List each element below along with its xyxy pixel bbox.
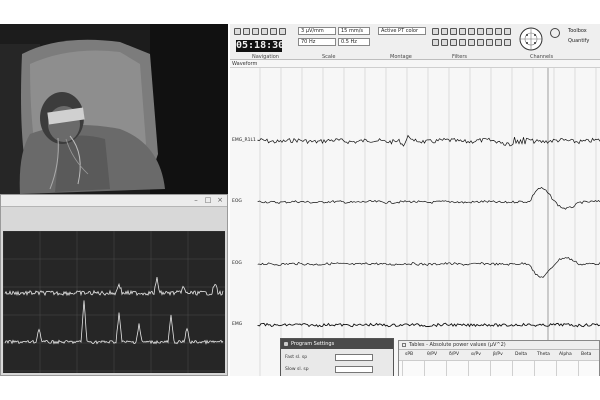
program-settings-titlebar: Program Settings <box>281 339 393 349</box>
toolbar-icon[interactable] <box>441 39 448 46</box>
channel-label-eog-1: EOG <box>232 199 242 204</box>
video-feed <box>0 24 228 194</box>
screen: – □ × 05:18:30 3 µV/mm 15 mm/s 70 Hz 0.5… <box>0 0 600 400</box>
spectrum-chart <box>3 231 225 373</box>
program-settings-title: Program Settings <box>291 341 335 347</box>
toolbar-icon[interactable] <box>477 28 484 35</box>
toolbar-icon[interactable] <box>477 39 484 46</box>
channel-label-eog-2: EOG <box>232 261 242 266</box>
toolbar-icon[interactable] <box>252 28 259 35</box>
toolbar-icon[interactable] <box>486 28 493 35</box>
toolbar-icon[interactable] <box>459 28 466 35</box>
maximize-button[interactable]: □ <box>203 196 213 205</box>
table-header-row: sPB θ/PV δ/PV α/Pv β/Pv Delta Theta Alpha Beta <box>399 351 599 359</box>
toolbar-icon[interactable] <box>468 28 475 35</box>
toolbar-icon[interactable] <box>441 28 448 35</box>
toolbar-icon[interactable] <box>486 39 493 46</box>
table-column-header[interactable]: β/Pv <box>493 352 503 357</box>
toolbar-icon[interactable] <box>279 28 286 35</box>
table-icon <box>402 343 406 347</box>
channel-label-emg: EMG <box>232 322 243 327</box>
toolbox-button[interactable]: Toolbox <box>566 28 596 36</box>
montage-dropdown[interactable]: Active PT color <box>378 27 426 35</box>
toolbar-icon[interactable] <box>459 39 466 46</box>
table-column-header[interactable]: α/Pv <box>471 352 481 357</box>
speed-dropdown[interactable]: 15 mm/s <box>338 27 370 35</box>
toolbar-icon[interactable] <box>504 39 511 46</box>
toolbar-icon[interactable] <box>450 39 457 46</box>
toolbar-icon[interactable] <box>270 28 277 35</box>
spectrum-window: – □ × <box>0 194 228 376</box>
waveform-panel: Waveform EMG_R1L1 EOG EOG EMG <box>230 60 600 376</box>
toolbar-icon[interactable] <box>450 28 457 35</box>
highcut-dropdown[interactable]: 70 Hz <box>298 38 336 46</box>
patient-video-image <box>0 24 228 194</box>
toolbar-icon[interactable] <box>234 28 241 35</box>
toolbar-icon[interactable] <box>432 28 439 35</box>
table-title: Tables - Absolute power values (µV^2) <box>409 342 506 348</box>
time-display: 05:18:30 <box>236 40 285 52</box>
bottom-margin <box>0 376 600 400</box>
close-button[interactable]: × <box>215 196 225 205</box>
table-column-header[interactable]: Delta <box>515 352 527 357</box>
table-column-header[interactable]: θ/PV <box>427 352 437 357</box>
toolbar-icon[interactable] <box>468 39 475 46</box>
toolbar-icon[interactable] <box>495 39 502 46</box>
table-titlebar: Tables - Absolute power values (µV^2) <box>399 341 599 350</box>
scale-dropdown[interactable]: 3 µV/mm <box>298 27 336 35</box>
toolbar-icon[interactable] <box>504 28 511 35</box>
table-column-header[interactable]: Alpha <box>559 352 572 357</box>
toolbar-icon[interactable] <box>261 28 268 35</box>
table-column-header[interactable]: δ/PV <box>449 352 459 357</box>
table-window: Tables - Absolute power values (µV^2) sP… <box>398 340 600 381</box>
slow-spindle-label: Slow sl. sp <box>285 367 309 372</box>
minimize-button[interactable]: – <box>191 196 201 205</box>
toolbar-icon[interactable] <box>243 28 250 35</box>
dialog-icon <box>284 342 288 346</box>
record-icon[interactable] <box>550 28 560 38</box>
slow-spindle-input[interactable] <box>335 366 373 373</box>
quantify-button[interactable]: Quantify <box>566 38 596 46</box>
fast-spindle-input[interactable] <box>335 354 373 361</box>
spectrum-titlebar: – □ × <box>1 195 227 207</box>
table-column-header[interactable]: Theta <box>537 352 550 357</box>
table-column-header[interactable]: sPB <box>405 352 413 357</box>
spectrum-plot <box>3 231 225 373</box>
toolbar-icon[interactable] <box>432 39 439 46</box>
fast-spindle-label: Fast sl. sp <box>285 355 308 360</box>
eeg-toolbar: 05:18:30 3 µV/mm 15 mm/s 70 Hz 0.5 Hz Ac… <box>230 24 600 60</box>
head-map-icon[interactable] <box>518 26 544 52</box>
channel-label-emg-r1l1: EMG_R1L1 <box>232 138 256 143</box>
waveform-header: Waveform <box>230 60 600 68</box>
toolbar-icon[interactable] <box>495 28 502 35</box>
waveform-chart <box>230 68 600 376</box>
lowcut-dropdown[interactable]: 0.5 Hz <box>338 38 370 46</box>
table-column-header[interactable]: Beta <box>581 352 591 357</box>
